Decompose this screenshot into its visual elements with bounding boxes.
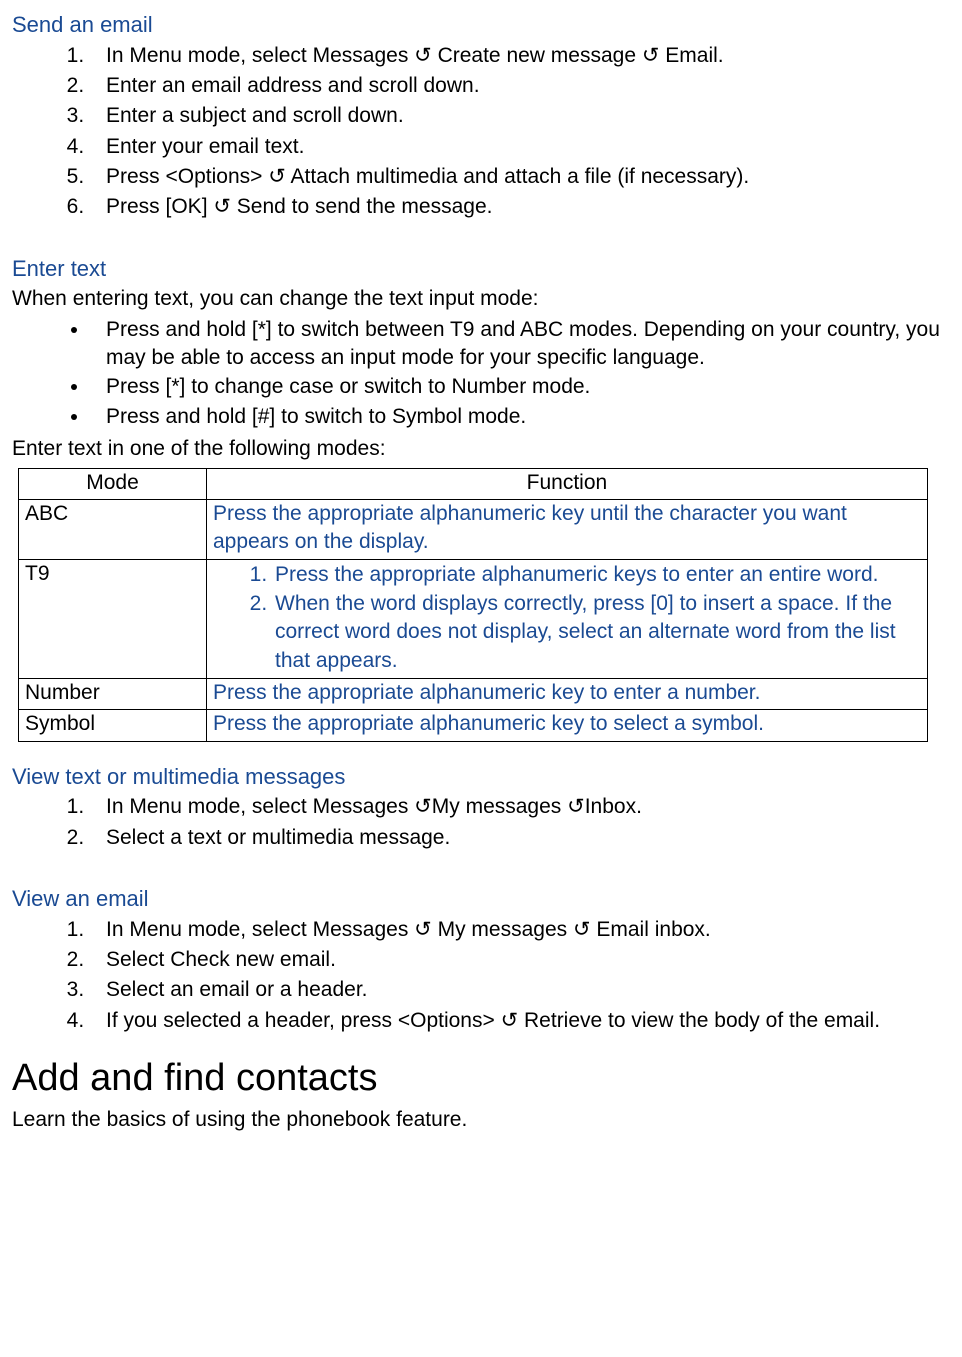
list-item: Enter an email address and scroll down. bbox=[90, 72, 950, 100]
enter-text-bullets: Press and hold [*] to switch between T9 … bbox=[12, 316, 950, 431]
mode-symbol-label: Symbol bbox=[19, 710, 207, 741]
section-title-view-email: View an email bbox=[12, 884, 950, 914]
view-messages-steps: In Menu mode, select Messages ↺My messag… bbox=[12, 793, 950, 852]
table-header-mode: Mode bbox=[19, 468, 207, 499]
table-row: Number Press the appropriate alphanumeri… bbox=[19, 678, 928, 709]
list-item: Press and hold [*] to switch between T9 … bbox=[90, 316, 950, 373]
mode-number-function: Press the appropriate alphanumeric key t… bbox=[207, 678, 928, 709]
list-item: Select a text or multimedia message. bbox=[90, 824, 950, 852]
list-item: Enter your email text. bbox=[90, 133, 950, 161]
mode-number-label: Number bbox=[19, 678, 207, 709]
list-item: Press and hold [#] to switch to Symbol m… bbox=[90, 403, 950, 431]
mode-symbol-function: Press the appropriate alphanumeric key t… bbox=[207, 710, 928, 741]
list-item: Press <Options> ↺ Attach multimedia and … bbox=[90, 163, 950, 191]
heading-add-find-contacts: Add and find contacts bbox=[12, 1053, 950, 1104]
enter-text-outro: Enter text in one of the following modes… bbox=[12, 435, 950, 463]
section-title-enter-text: Enter text bbox=[12, 254, 950, 284]
list-item: In Menu mode, select Messages ↺ My messa… bbox=[90, 916, 950, 944]
table-row: Symbol Press the appropriate alphanumeri… bbox=[19, 710, 928, 741]
list-item: Enter a subject and scroll down. bbox=[90, 102, 950, 130]
mode-t9-label: T9 bbox=[19, 559, 207, 678]
view-email-steps: In Menu mode, select Messages ↺ My messa… bbox=[12, 916, 950, 1035]
mode-abc-label: ABC bbox=[19, 499, 207, 559]
list-item: If you selected a header, press <Options… bbox=[90, 1007, 950, 1035]
list-item: In Menu mode, select Messages ↺ Create n… bbox=[90, 42, 950, 70]
list-item: Press [OK] ↺ Send to send the message. bbox=[90, 193, 950, 221]
mode-t9-function: Press the appropriate alphanumeric keys … bbox=[207, 559, 928, 678]
enter-text-intro: When entering text, you can change the t… bbox=[12, 285, 950, 313]
list-item: In Menu mode, select Messages ↺My messag… bbox=[90, 793, 950, 821]
table-header-function: Function bbox=[207, 468, 928, 499]
send-email-steps: In Menu mode, select Messages ↺ Create n… bbox=[12, 42, 950, 222]
table-row: ABC Press the appropriate alphanumeric k… bbox=[19, 499, 928, 559]
list-item: When the word displays correctly, press … bbox=[273, 590, 921, 675]
table-row: T9 Press the appropriate alphanumeric ke… bbox=[19, 559, 928, 678]
modes-table: Mode Function ABC Press the appropriate … bbox=[18, 468, 928, 742]
list-item: Select Check new email. bbox=[90, 946, 950, 974]
mode-abc-function: Press the appropriate alphanumeric key u… bbox=[207, 499, 928, 559]
heading-sub: Learn the basics of using the phonebook … bbox=[12, 1106, 950, 1134]
list-item: Select an email or a header. bbox=[90, 976, 950, 1004]
section-title-send-email: Send an email bbox=[12, 10, 950, 40]
list-item: Press the appropriate alphanumeric keys … bbox=[273, 561, 921, 589]
section-title-view-messages: View text or multimedia messages bbox=[12, 762, 950, 792]
list-item: Press [*] to change case or switch to Nu… bbox=[90, 373, 950, 401]
